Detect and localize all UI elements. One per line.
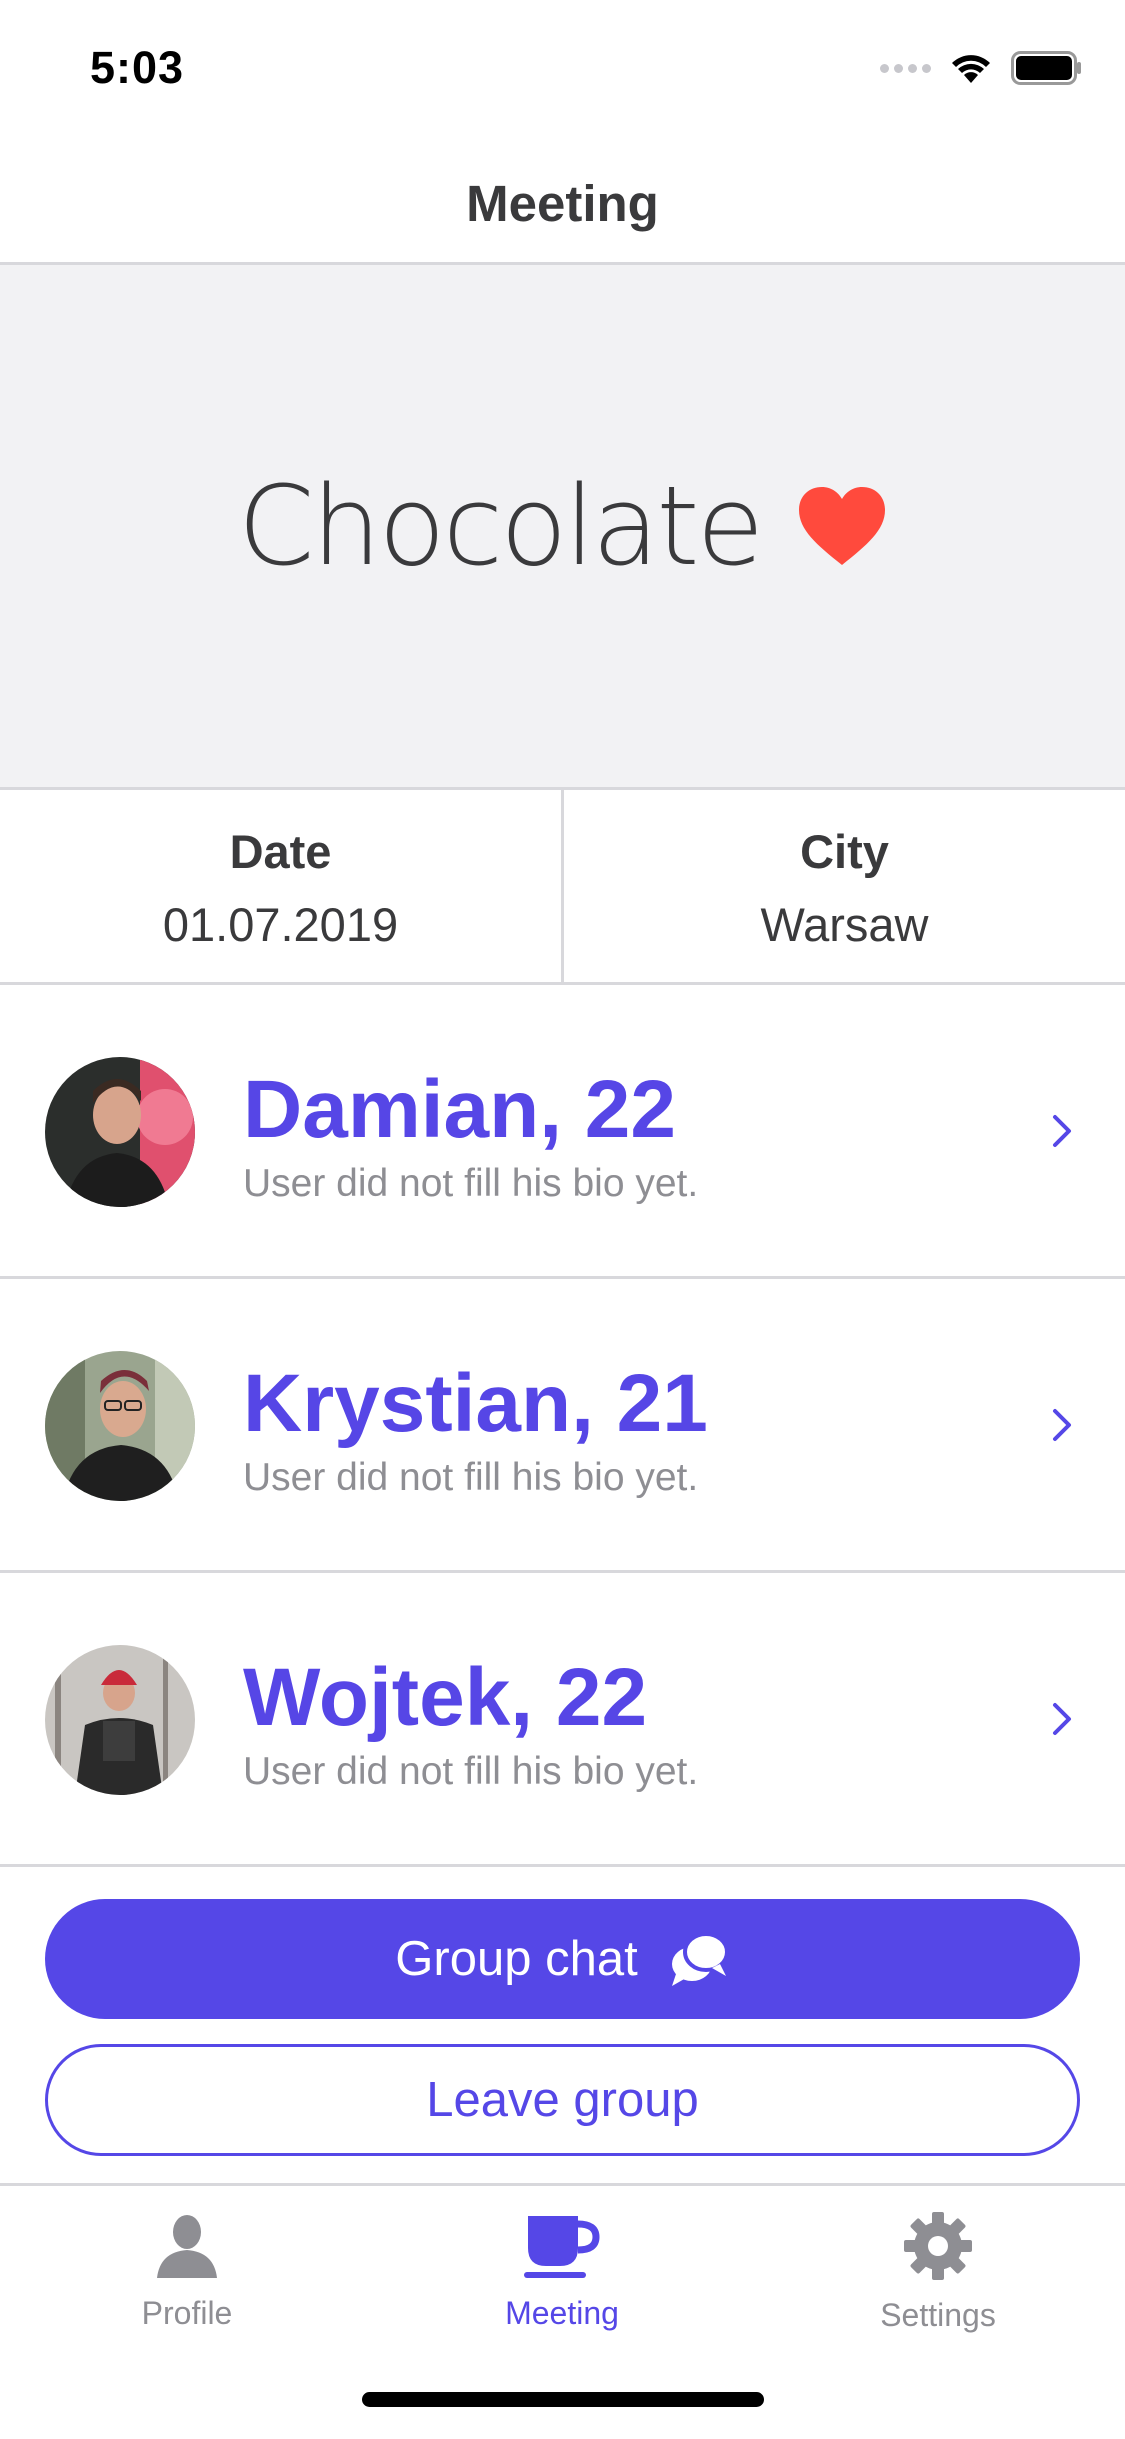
- date-label: Date: [229, 825, 332, 878]
- member-bio: User did not fill his bio yet.: [243, 1456, 699, 1499]
- member-row-krystian[interactable]: Krystian, 21 User did not fill his bio y…: [0, 1279, 1125, 1573]
- tab-label: Meeting: [505, 2295, 619, 2331]
- cellular-signal-icon: [880, 63, 931, 73]
- chevron-right-icon: [1053, 1115, 1071, 1147]
- chevron-right-icon: [1053, 1703, 1071, 1735]
- chat-bubbles-icon: [671, 1932, 729, 1986]
- battery-icon: [1011, 51, 1081, 85]
- status-time: 5:03: [90, 42, 185, 93]
- member-name: Wojtek, 22: [243, 1652, 648, 1743]
- tab-settings[interactable]: Settings: [808, 2210, 1068, 2334]
- member-name: Damian, 22: [243, 1064, 676, 1155]
- member-bio: User did not fill his bio yet.: [243, 1750, 699, 1793]
- tab-label: Settings: [880, 2297, 996, 2333]
- home-indicator: [362, 2392, 764, 2407]
- avatar: [45, 1645, 195, 1795]
- member-name: Krystian, 21: [243, 1358, 708, 1449]
- meeting-topic-banner: Chocolate: [0, 265, 1125, 790]
- date-value: 01.07.2019: [162, 898, 399, 951]
- gear-icon: [904, 2212, 972, 2280]
- meeting-topic-title: Chocolate: [237, 462, 764, 590]
- member-row-wojtek[interactable]: Wojtek, 22 User did not fill his bio yet…: [0, 1573, 1125, 1867]
- wifi-icon: [952, 55, 990, 83]
- status-indicators: [880, 48, 1083, 88]
- page-title: Meeting: [466, 175, 659, 232]
- avatar: [45, 1057, 195, 1207]
- member-bio: User did not fill his bio yet.: [243, 1162, 699, 1205]
- heart-icon: [799, 487, 886, 565]
- navigation-bar: Meeting: [0, 132, 1125, 265]
- group-chat-label: Group chat: [395, 1932, 638, 1986]
- city-value: Warsaw: [760, 898, 929, 951]
- tab-meeting[interactable]: Meeting: [432, 2210, 692, 2332]
- date-cell: Date 01.07.2019: [0, 790, 561, 982]
- meeting-info-row: Date 01.07.2019 City Warsaw: [0, 790, 1125, 985]
- chevron-right-icon: [1053, 1409, 1071, 1441]
- tab-profile[interactable]: Profile: [57, 2210, 317, 2332]
- coffee-cup-icon: [524, 2216, 600, 2278]
- member-list: Damian, 22 User did not fill his bio yet…: [0, 985, 1125, 1867]
- member-row-damian[interactable]: Damian, 22 User did not fill his bio yet…: [0, 985, 1125, 1279]
- city-cell: City Warsaw: [561, 790, 1125, 982]
- avatar: [45, 1351, 195, 1501]
- status-bar: 5:03: [0, 0, 1125, 132]
- city-label: City: [800, 825, 889, 878]
- leave-group-button[interactable]: Leave group: [45, 2044, 1080, 2156]
- group-chat-button[interactable]: Group chat: [45, 1899, 1080, 2019]
- leave-group-label: Leave group: [426, 2073, 699, 2127]
- tab-label: Profile: [141, 2295, 233, 2331]
- person-icon: [157, 2215, 217, 2278]
